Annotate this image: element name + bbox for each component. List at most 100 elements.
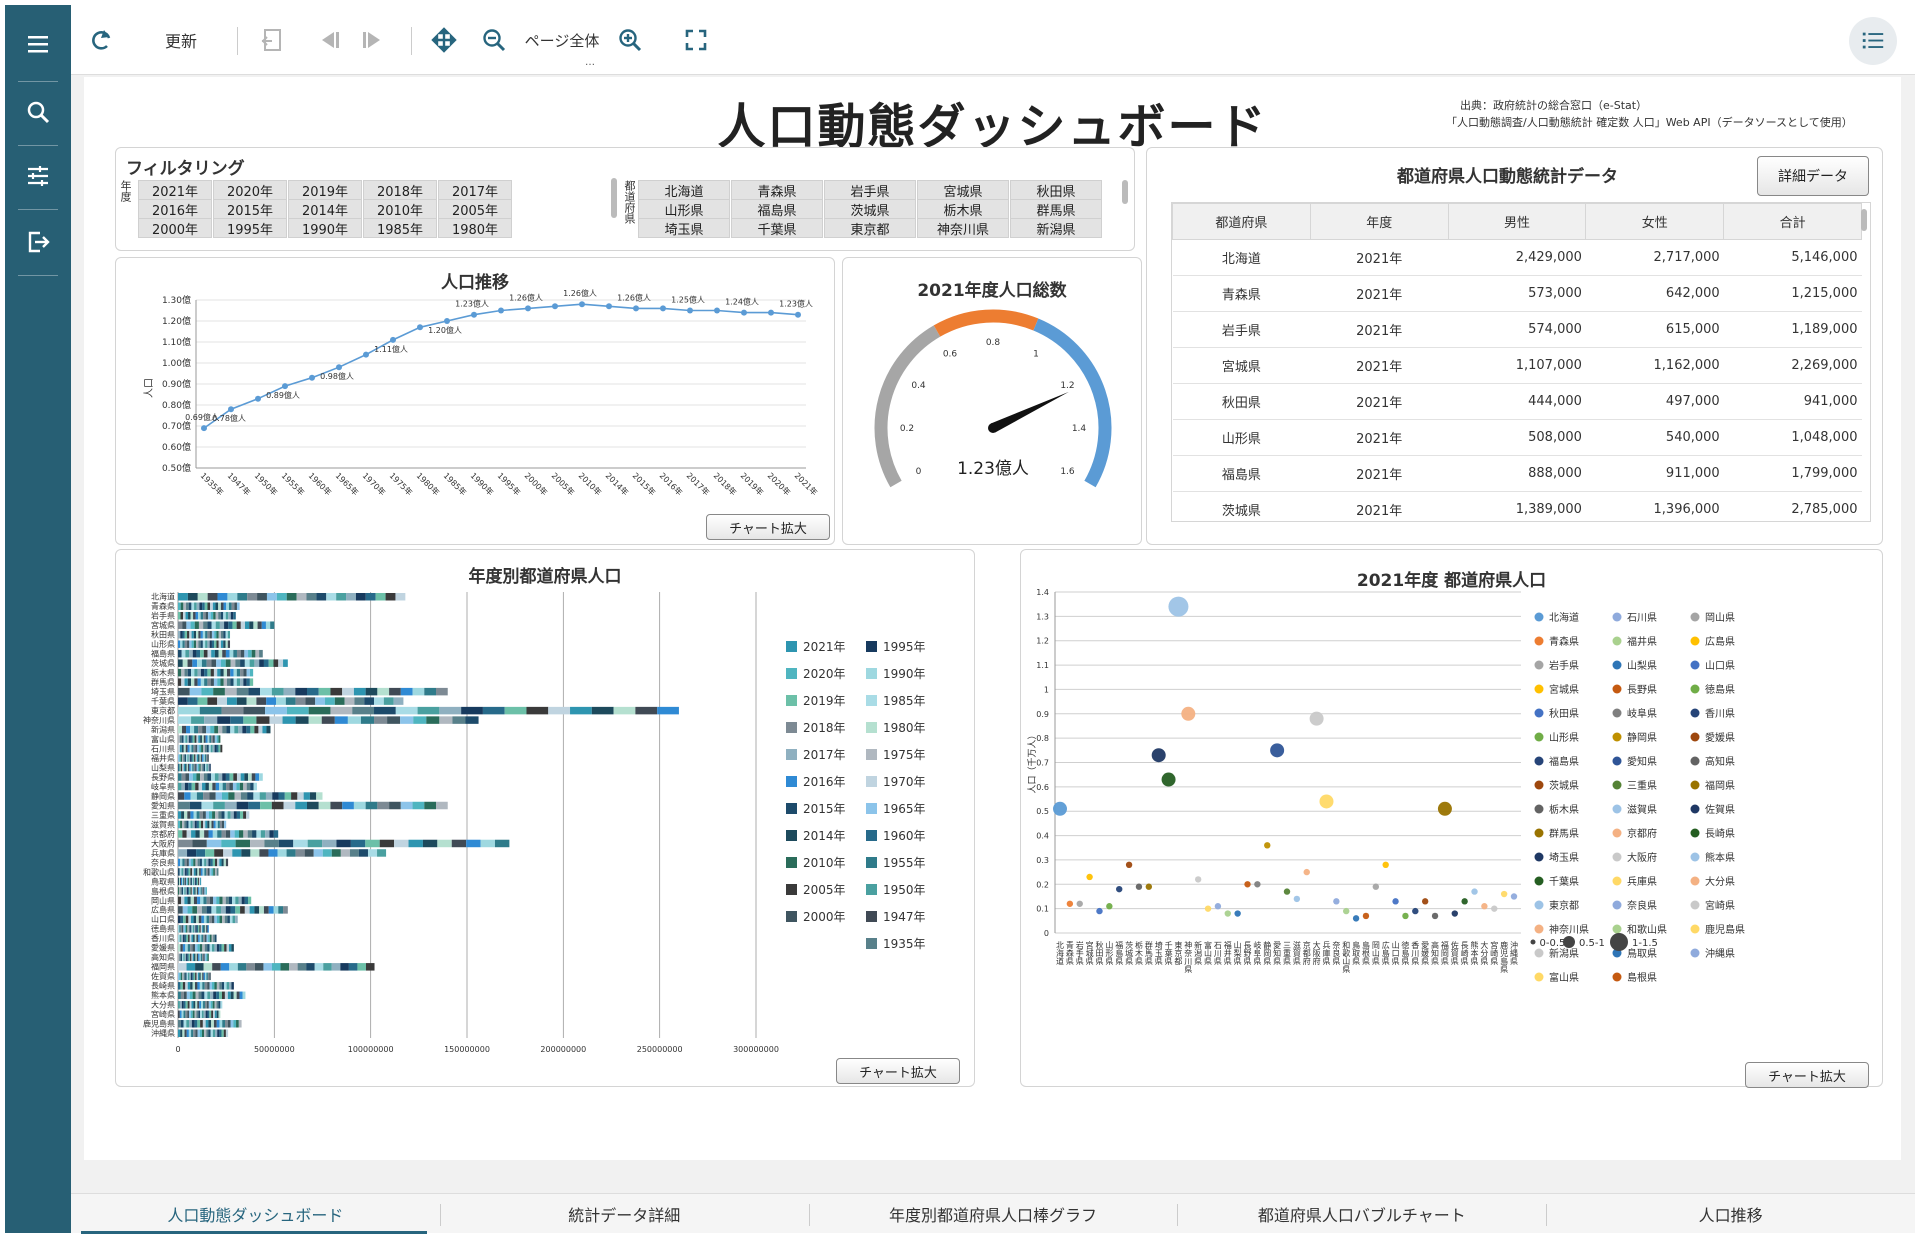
bar-segment[interactable] [187, 630, 190, 639]
bar-segment[interactable] [181, 773, 186, 781]
bar-segment[interactable] [323, 963, 332, 971]
line-point[interactable] [390, 336, 396, 343]
bar-segment[interactable] [199, 830, 205, 838]
bar-segment[interactable] [187, 640, 190, 648]
bar-segment[interactable] [201, 687, 214, 696]
bar-segment[interactable] [183, 915, 186, 924]
bubble-legend-label[interactable]: 山梨県 [1627, 659, 1657, 672]
bar-segment[interactable] [196, 934, 199, 943]
bar-segment[interactable] [203, 744, 205, 753]
bar-segment[interactable] [188, 934, 190, 943]
bar-segment[interactable] [235, 839, 251, 848]
bar-segment[interactable] [192, 735, 195, 743]
bar-segment[interactable] [179, 1010, 182, 1019]
bar-segment[interactable] [203, 792, 210, 800]
bar-segment[interactable] [183, 611, 186, 620]
bar-segment[interactable] [207, 697, 218, 705]
bar-segment[interactable] [316, 593, 327, 601]
bar-segment[interactable] [217, 697, 228, 705]
bar-segment[interactable] [248, 649, 252, 658]
bar-segment[interactable] [379, 839, 395, 848]
bar-segment[interactable] [191, 887, 194, 895]
bar-segment[interactable] [200, 972, 203, 981]
bar-segment[interactable] [461, 706, 483, 715]
bar-segment[interactable] [197, 906, 202, 914]
bar-segment[interactable] [204, 744, 207, 753]
bar-segment[interactable] [211, 868, 214, 876]
bar-segment[interactable] [193, 811, 197, 819]
line-point[interactable] [633, 305, 639, 312]
bar-segment[interactable] [246, 782, 251, 791]
table-row[interactable]: 宮城県 2021年 1,107,000 1,162,000 2,269,000 [1172, 347, 1862, 384]
bubble-point[interactable] [1461, 898, 1468, 905]
bar-segment[interactable] [198, 630, 201, 639]
bar-segment[interactable] [206, 725, 211, 734]
bar-segment[interactable] [283, 801, 296, 810]
bar-segment[interactable] [313, 849, 323, 857]
bar-segment[interactable] [179, 735, 182, 743]
pref-scrollbar[interactable] [1122, 180, 1128, 204]
bar-segment[interactable] [400, 687, 413, 696]
bar-segment[interactable] [254, 963, 264, 971]
bar-segment[interactable] [253, 621, 258, 629]
bar-segment[interactable] [219, 858, 222, 867]
bar-segment[interactable] [209, 792, 216, 800]
bar-segment[interactable] [236, 991, 240, 1000]
bar-segment[interactable] [199, 1029, 202, 1037]
bar-segment[interactable] [232, 621, 237, 629]
year-chip[interactable]: 2018年 [363, 180, 437, 200]
bar-segment[interactable] [210, 744, 213, 753]
bar-segment[interactable] [191, 782, 196, 791]
bar-segment[interactable] [187, 754, 189, 762]
bar-segment[interactable] [254, 659, 260, 667]
table-of-contents-button[interactable] [1849, 17, 1897, 65]
line-point[interactable] [363, 351, 369, 358]
bar-segment[interactable] [192, 944, 196, 952]
bar-segment[interactable] [199, 706, 222, 715]
bar-legend-label[interactable]: 2019年 [803, 694, 846, 708]
bar-segment[interactable] [220, 678, 224, 686]
bar-segment[interactable] [360, 716, 375, 724]
bar-segment[interactable] [199, 744, 202, 753]
bubble-point[interactable] [1086, 873, 1093, 881]
bar-segment[interactable] [219, 915, 223, 924]
bar-segment[interactable] [216, 896, 220, 905]
bubble-legend-label[interactable]: 千葉県 [1549, 875, 1579, 888]
bar-segment[interactable] [178, 858, 181, 867]
bar-segment[interactable] [229, 773, 234, 781]
bar-segment[interactable] [199, 811, 203, 819]
page-fit-select[interactable]: ページ全体 [517, 21, 607, 59]
bar-segment[interactable] [191, 1001, 194, 1009]
bar-segment[interactable] [322, 839, 337, 848]
bar-segment[interactable] [330, 801, 343, 810]
bar-segment[interactable] [342, 687, 354, 696]
bar-segment[interactable] [270, 621, 275, 629]
bar-segment[interactable] [225, 896, 229, 905]
bar-segment[interactable] [198, 925, 200, 933]
bubble-point[interactable] [1451, 910, 1458, 917]
bar-segment[interactable] [357, 963, 366, 971]
bar-segment[interactable] [184, 887, 186, 895]
bar-segment[interactable] [216, 991, 220, 1000]
bar-segment[interactable] [269, 830, 274, 838]
bar-segment[interactable] [255, 773, 260, 781]
bar-segment[interactable] [193, 896, 198, 905]
year-chip[interactable]: 1990年 [288, 218, 362, 238]
bar-segment[interactable] [209, 763, 211, 772]
bar-segment[interactable] [225, 659, 231, 667]
bar-segment[interactable] [187, 982, 191, 990]
bar-segment[interactable] [240, 792, 248, 800]
bar-segment[interactable] [196, 972, 198, 981]
year-chip[interactable]: 2016年 [138, 199, 212, 219]
bar-segment[interactable] [322, 849, 332, 857]
bar-segment[interactable] [220, 640, 224, 648]
bar-segment[interactable] [295, 687, 308, 696]
bar-segment[interactable] [190, 621, 195, 629]
bubble-legend-label[interactable]: 山口県 [1705, 660, 1735, 672]
bar-segment[interactable] [224, 687, 237, 696]
bar-segment[interactable] [185, 763, 187, 772]
bar-legend-label[interactable]: 1980年 [883, 721, 926, 735]
bubble-point[interactable] [1431, 912, 1439, 920]
bar-segment[interactable] [183, 877, 185, 886]
bar-segment[interactable] [222, 782, 227, 791]
